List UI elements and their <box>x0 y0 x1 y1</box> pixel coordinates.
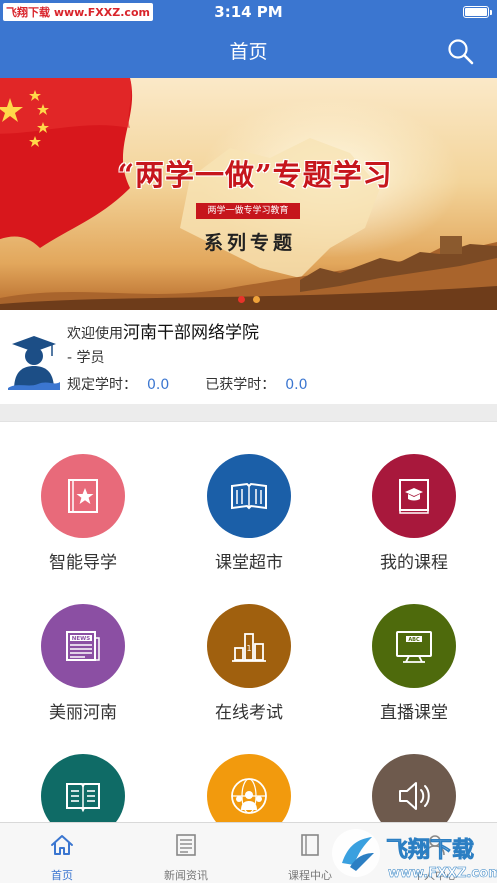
watermark-text: 飞翔下载 <box>386 837 474 863</box>
tile-beautiful-henan[interactable]: NEWS 美丽河南 <box>0 572 166 723</box>
tile-icon-circle: NEWS <box>41 604 125 688</box>
graduation-book-icon <box>399 479 429 514</box>
watermark-url: www.FXXZ.com <box>388 866 497 881</box>
earned-hours-value: 0.0 <box>285 377 308 393</box>
required-hours-label: 规定学时： <box>67 377 137 393</box>
battery-icon <box>463 6 492 18</box>
community-icon <box>231 778 267 814</box>
section-divider <box>0 404 497 422</box>
tile-label: 课堂超市 <box>215 553 283 573</box>
feature-grid: 智能导学 课堂超市 我的课程 NEWS 美丽河南 1 在线考试 ABC 直播课堂 <box>0 422 497 838</box>
tile-label: 直播课堂 <box>380 703 448 723</box>
nav-bar: 首页 <box>0 24 497 78</box>
tile-label: 美丽河南 <box>49 703 117 723</box>
carousel-dot[interactable] <box>252 296 260 303</box>
tile-label: 在线考试 <box>215 703 283 723</box>
home-icon <box>51 835 73 855</box>
page-title: 首页 <box>229 41 268 63</box>
svg-text:1: 1 <box>246 644 251 653</box>
carousel-dot[interactable] <box>237 296 245 303</box>
tile-label: 智能导学 <box>49 553 117 573</box>
tile-icon-circle: 1 <box>207 604 291 688</box>
school-name: 河南干部网络学院 <box>123 323 259 343</box>
speaker-icon <box>399 782 430 810</box>
tile-online-exam[interactable]: 1 在线考试 <box>166 572 332 723</box>
user-role: - 学员 <box>67 350 105 366</box>
tab-news[interactable]: 新闻资讯 <box>124 823 248 883</box>
tile-my-courses[interactable]: 我的课程 <box>331 422 497 573</box>
reading-icon <box>66 783 100 813</box>
tile-icon-circle <box>372 454 456 538</box>
status-time: 3:14 PM <box>214 3 283 21</box>
graduate-avatar-icon <box>8 336 60 390</box>
tab-label: 首页 <box>51 869 73 882</box>
newspaper-icon: NEWS <box>66 631 100 661</box>
news-list-icon <box>176 834 196 856</box>
tab-home[interactable]: 首页 <box>0 823 124 883</box>
welcome-prefix: 欢迎使用 <box>67 326 123 342</box>
tile-smart-guide[interactable]: 智能导学 <box>0 422 166 573</box>
carousel-dots <box>0 296 497 303</box>
tile-label: 我的课程 <box>380 553 448 573</box>
svg-text:NEWS: NEWS <box>72 636 90 642</box>
tile-icon-circle <box>41 454 125 538</box>
banner-subtitle: 两学一做专学习教育 <box>196 203 300 219</box>
star-book-icon <box>68 479 98 513</box>
exam-chart-icon: 1 <box>232 633 266 662</box>
earned-hours-label: 已获学时： <box>205 377 276 393</box>
banner-carousel[interactable]: “两学一做”专题学习 两学一做专学习教育 系列专题 <box>0 78 497 310</box>
required-hours-value: 0.0 <box>147 377 170 393</box>
svg-text:ABC: ABC <box>408 637 420 643</box>
welcome-panel: 欢迎使用河南干部网络学院 - 学员 规定学时： 0.0 已获学时： 0.0 <box>0 310 497 404</box>
tv-icon: ABC <box>396 631 432 663</box>
tile-live-class[interactable]: ABC 直播课堂 <box>331 572 497 723</box>
status-bar: 飞翔下载 www.FXXZ.com 3:14 PM <box>0 0 497 24</box>
banner-headline: “两学一做”专题学习 <box>117 158 393 192</box>
tab-label: 新闻资讯 <box>164 869 208 882</box>
watermark-logo: 飞翔下载 www.FXXZ.com <box>332 829 497 881</box>
tile-course-market[interactable]: 课堂超市 <box>166 422 332 573</box>
tile-icon-circle <box>207 454 291 538</box>
open-book-icon <box>231 482 267 510</box>
banner-series-label: 系列专题 <box>203 232 296 254</box>
course-book-icon <box>301 834 319 856</box>
tile-icon-circle: ABC <box>372 604 456 688</box>
search-icon[interactable] <box>447 38 475 66</box>
